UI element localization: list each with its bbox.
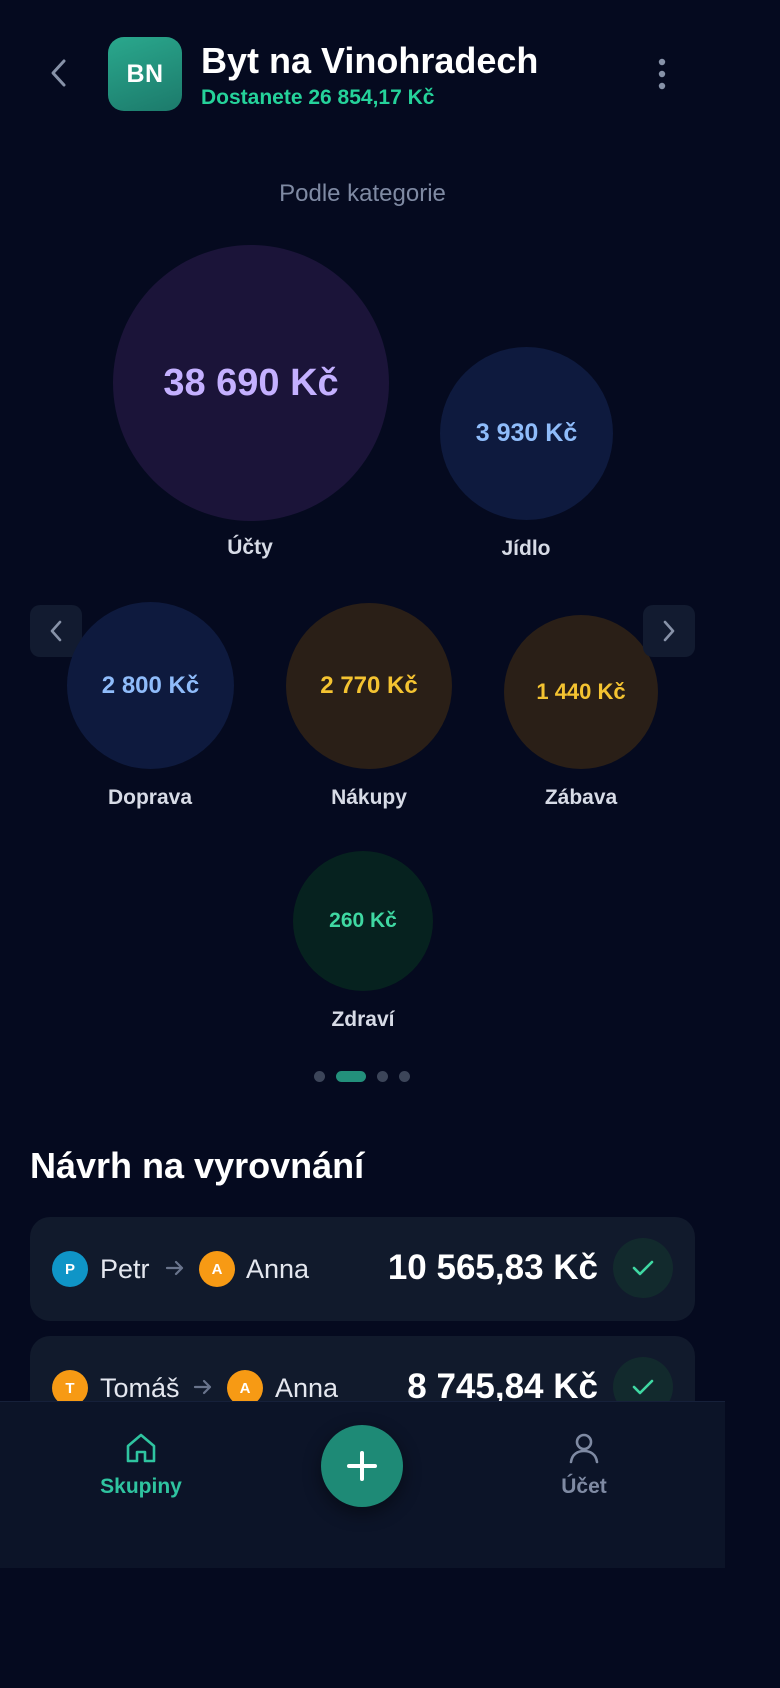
- category-amount: 1 440 Kč: [536, 679, 626, 704]
- category-bubble-nakupy[interactable]: 2 770 Kč: [286, 603, 452, 769]
- arrow-right-icon: [193, 1379, 212, 1395]
- payee-name: Anna: [275, 1373, 339, 1403]
- user-icon: [569, 1433, 599, 1464]
- check-icon: [632, 1379, 654, 1395]
- avatar: A: [199, 1251, 235, 1287]
- settlement-row[interactable]: P Petr A Anna 10 565,83 Kč: [30, 1217, 695, 1321]
- category-label: Nákupy: [331, 786, 407, 809]
- group-title-block: Byt na Vinohradech Dostanete 26 854,17 K…: [201, 40, 538, 110]
- group-balance: Dostanete 26 854,17 Kč: [201, 86, 435, 109]
- pager-dot[interactable]: [314, 1071, 325, 1082]
- category-bubble-ucty[interactable]: 38 690 Kč: [113, 245, 389, 521]
- category-bubble-jidlo[interactable]: 3 930 Kč: [440, 347, 613, 520]
- plus-icon: [347, 1451, 377, 1481]
- payer-name: Tomáš: [100, 1373, 180, 1403]
- category-amount: 38 690 Kč: [163, 361, 339, 404]
- tab-account[interactable]: Účet: [514, 1432, 654, 1499]
- payee-name: Anna: [246, 1254, 310, 1284]
- category-amount: 2 800 Kč: [101, 671, 200, 699]
- arrow-right-icon: [165, 1260, 184, 1276]
- pager-dot[interactable]: [399, 1071, 410, 1082]
- pager-dot-active[interactable]: [336, 1071, 366, 1082]
- chevron-left-icon: [50, 620, 62, 642]
- category-label: Doprava: [107, 786, 193, 809]
- more-options-button[interactable]: [640, 52, 684, 96]
- category-bubble-zdravi[interactable]: 260 Kč: [293, 851, 433, 991]
- category-section-label: Podle kategorie: [279, 180, 446, 207]
- group-title: Byt na Vinohradech: [201, 40, 539, 81]
- category-amount: 3 930 Kč: [475, 419, 578, 447]
- home-icon: [126, 1433, 156, 1463]
- group-avatar[interactable]: BN: [108, 37, 182, 111]
- payer-name: Petr: [100, 1254, 150, 1284]
- category-label: Zábava: [544, 786, 618, 809]
- category-bubble-zabava[interactable]: 1 440 Kč: [504, 615, 658, 769]
- category-amount: 260 Kč: [329, 909, 397, 932]
- chevron-left-icon: [51, 59, 66, 87]
- tab-groups-label: Skupiny: [100, 1475, 182, 1498]
- pager-dot[interactable]: [377, 1071, 388, 1082]
- check-icon: [632, 1260, 654, 1276]
- back-button[interactable]: [36, 50, 82, 96]
- settlement-amount: 10 565,83 Kč: [387, 1248, 598, 1287]
- category-label: Zdraví: [331, 1008, 395, 1031]
- category-label: Účty: [227, 536, 273, 559]
- more-vertical-icon: [658, 58, 666, 90]
- category-label: Jídlo: [501, 537, 551, 560]
- tab-account-label: Účet: [561, 1475, 607, 1498]
- app-header: BN Byt na Vinohradech Dostanete 26 854,1…: [0, 0, 725, 150]
- settlement-title: Návrh na vyrovnání: [30, 1145, 365, 1186]
- category-bubble-doprava[interactable]: 2 800 Kč: [67, 602, 234, 769]
- add-expense-button[interactable]: [321, 1425, 403, 1507]
- mark-settled-button[interactable]: [613, 1238, 673, 1298]
- carousel-next-button[interactable]: [643, 605, 695, 657]
- chevron-right-icon: [663, 620, 675, 642]
- category-amount: 2 770 Kč: [320, 672, 418, 699]
- tab-groups[interactable]: Skupiny: [71, 1432, 211, 1499]
- avatar: P: [52, 1251, 88, 1287]
